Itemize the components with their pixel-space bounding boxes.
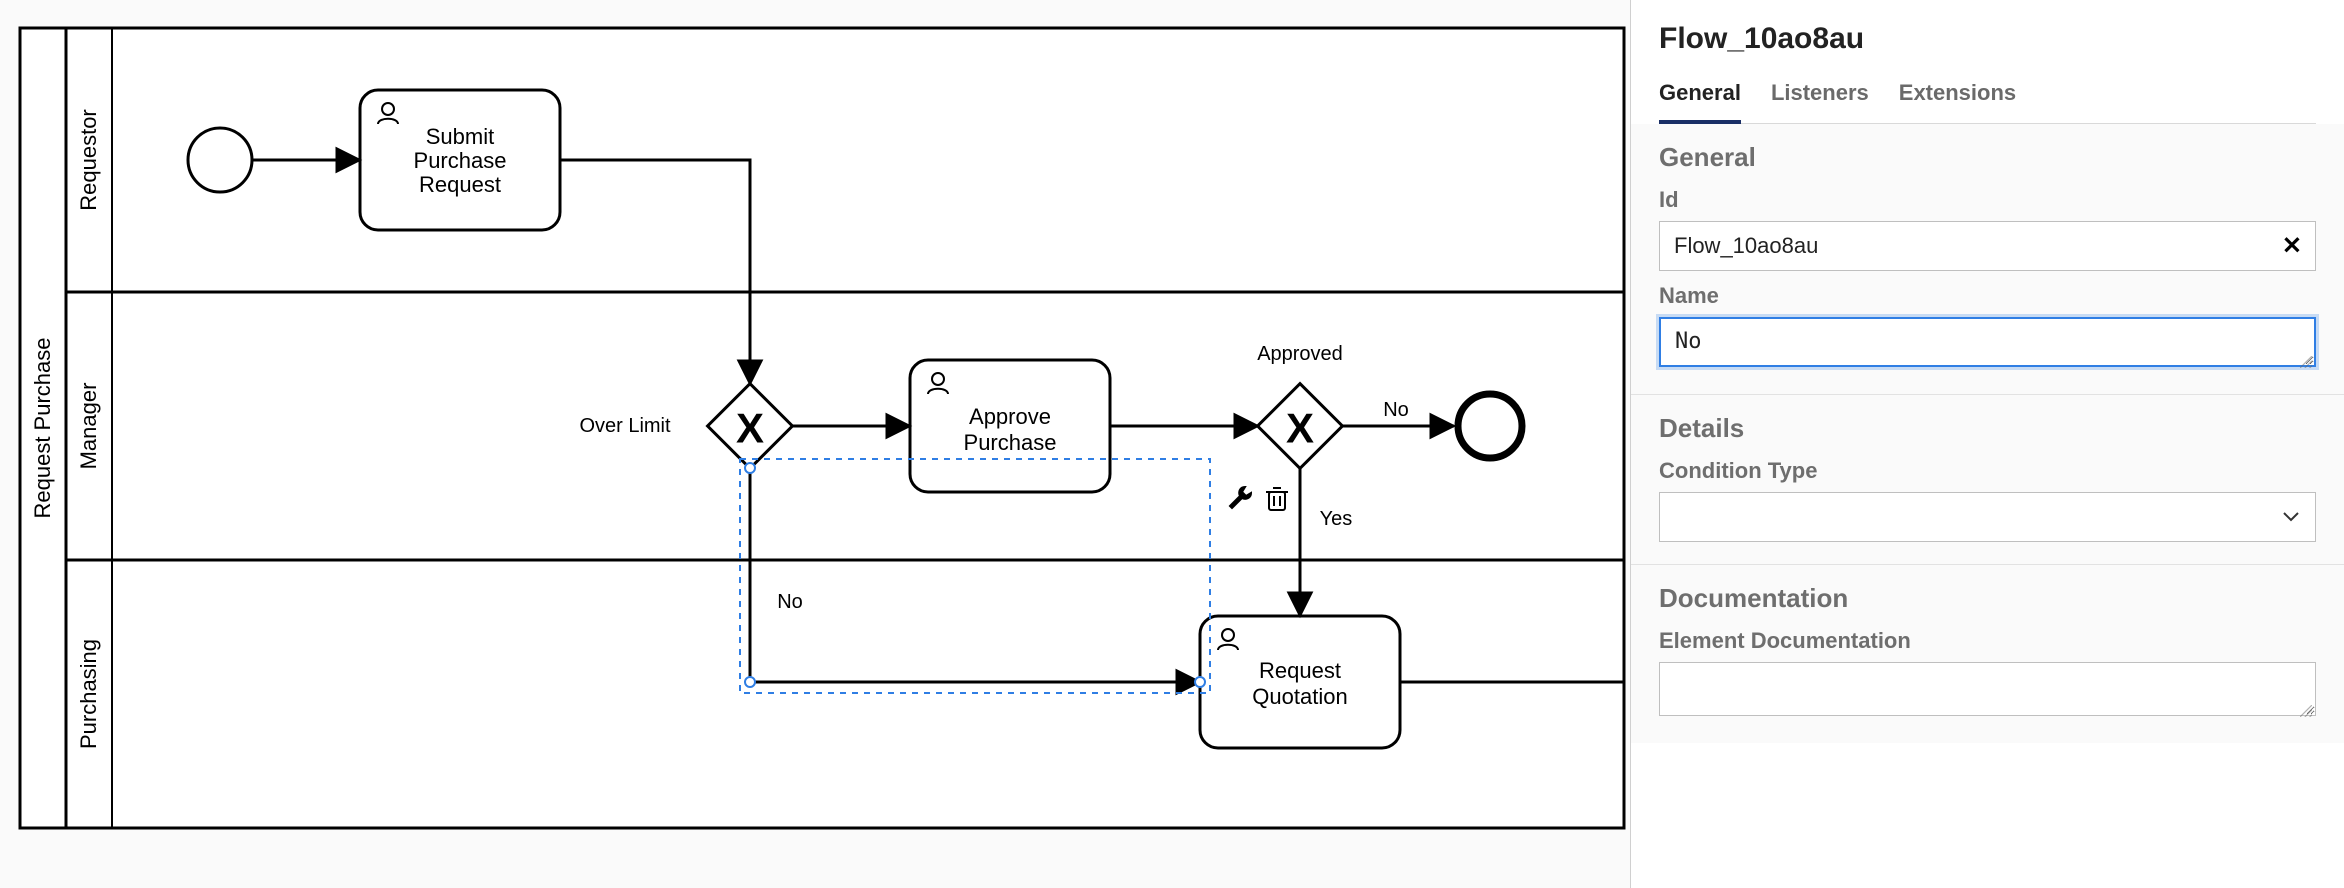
task-label: Purchase [414,148,507,173]
section-details: Details Condition Type [1631,395,2344,565]
task-label: Submit [426,124,494,149]
edge-label-approved-no: No [1383,399,1409,421]
gateway-label-over-limit: Over Limit [579,415,671,437]
task-label: Quotation [1252,684,1347,709]
task-label: Approve [969,404,1051,429]
label-condition-type: Condition Type [1659,458,2316,484]
lane-label-purchasing: Purchasing [76,639,101,749]
clear-id-icon[interactable]: ✕ [2282,232,2302,261]
bpmn-canvas[interactable]: Request Purchase Requestor Manager Purch… [0,0,1630,888]
lane-label-manager: Manager [76,383,101,470]
properties-panel: Flow_10ao8au General Listeners Extension… [1630,0,2344,888]
start-event[interactable] [188,128,252,192]
section-general: General Id ✕ Name [1631,124,2344,395]
task-label: Purchase [964,430,1057,455]
lane-label-requestor: Requestor [76,109,101,211]
task-submit-purchase-request[interactable]: Submit Purchase Request [360,90,560,230]
properties-tabs: General Listeners Extensions [1659,74,2316,124]
task-label: Request [419,172,501,197]
input-name[interactable] [1659,317,2316,367]
task-request-quotation[interactable]: Request Quotation [1200,616,1400,748]
task-label: Request [1259,658,1341,683]
tab-general[interactable]: General [1659,74,1741,124]
app-root: Request Purchase Requestor Manager Purch… [0,0,2344,888]
properties-header: Flow_10ao8au General Listeners Extension… [1631,0,2344,124]
section-title-general: General [1659,142,2316,173]
label-id: Id [1659,187,2316,213]
textarea-element-documentation[interactable] [1659,662,2316,716]
tab-extensions[interactable]: Extensions [1899,74,2016,124]
pool-label: Request Purchase [30,338,55,519]
tab-listeners[interactable]: Listeners [1771,74,1869,124]
input-id[interactable] [1659,221,2316,271]
lane-purchasing[interactable]: Purchasing [76,639,101,749]
label-element-documentation: Element Documentation [1659,628,2316,654]
edge-label-approved-yes: Yes [1320,508,1353,530]
edge-label-overlimit-no: No [777,591,803,613]
section-documentation: Documentation Element Documentation [1631,565,2344,743]
gateway-label-approved: Approved [1257,343,1343,365]
svg-text:X: X [1286,405,1314,452]
section-title-documentation: Documentation [1659,583,2316,614]
section-title-details: Details [1659,413,2316,444]
select-condition-type[interactable] [1659,492,2316,542]
end-event[interactable] [1458,394,1522,458]
selected-element-title: Flow_10ao8au [1659,22,2316,56]
diagram-svg: Request Purchase Requestor Manager Purch… [0,0,1630,888]
svg-text:X: X [736,405,764,452]
task-approve-purchase[interactable]: Approve Purchase [910,360,1110,492]
label-name: Name [1659,283,2316,309]
